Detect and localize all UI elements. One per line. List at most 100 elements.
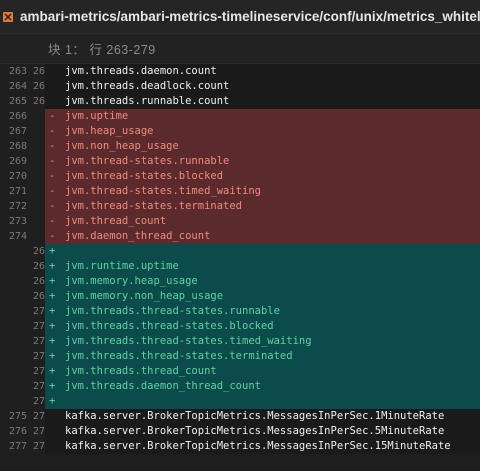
- added-line: 26 +: [0, 244, 480, 259]
- code-text: kafka.server.BrokerTopicMetrics.Messages…: [45, 439, 480, 454]
- line-content: jvm.threads.runnable.count: [65, 95, 230, 107]
- line-content: jvm.threads.thread-states.runnable: [65, 305, 280, 317]
- old-line-number: [0, 259, 31, 274]
- diff-marker: +: [49, 305, 56, 317]
- old-line-number: 268: [0, 139, 31, 154]
- new-line-number: [31, 184, 45, 199]
- code-text: - jvm.thread-states.terminated: [45, 199, 480, 214]
- line-content: jvm.uptime: [65, 110, 129, 122]
- added-line: 27 + jvm.threads.thread-states.terminated: [0, 349, 480, 364]
- line-content: jvm.thread-states.blocked: [65, 170, 224, 182]
- old-line-number: 274: [0, 229, 31, 244]
- old-line-number: [0, 394, 31, 409]
- old-line-number: 264: [0, 79, 31, 94]
- context-line: 263 26 jvm.threads.daemon.count: [0, 64, 480, 79]
- line-content: jvm.runtime.uptime: [65, 260, 179, 272]
- old-line-number: [0, 304, 31, 319]
- line-content: kafka.server.BrokerTopicMetrics.Messages…: [65, 440, 451, 452]
- diff-view[interactable]: 263 26 jvm.threads.daemon.count 264 26 jvm.…: [0, 64, 480, 454]
- diff-marker: +: [49, 335, 56, 347]
- code-text: + jvm.memory.heap_usage: [45, 274, 480, 289]
- new-line-number: 26: [31, 274, 45, 289]
- new-line-number: [31, 229, 45, 244]
- code-text: +: [45, 394, 480, 409]
- line-content: jvm.heap_usage: [65, 125, 154, 137]
- diff-marker: +: [49, 395, 56, 407]
- added-line: 27 + jvm.threads.thread-states.timed_waiti…: [0, 334, 480, 349]
- title-bar: ambari-metrics/ambari-metrics-timelinese…: [0, 0, 480, 34]
- new-line-number: [31, 139, 45, 154]
- code-text: + jvm.threads.thread-states.timed_waiting: [45, 334, 480, 349]
- line-content: jvm.threads.daemon.count: [65, 65, 217, 77]
- line-content: kafka.server.BrokerTopicMetrics.Messages…: [65, 410, 445, 422]
- code-text: +: [45, 244, 480, 259]
- deleted-line: 267 - jvm.heap_usage: [0, 124, 480, 139]
- diff-marker: +: [49, 275, 56, 287]
- new-line-number: 27: [31, 439, 45, 454]
- line-content: kafka.server.BrokerTopicMetrics.Messages…: [65, 425, 445, 437]
- new-line-number: 27: [31, 334, 45, 349]
- deleted-line: 269 - jvm.thread-states.runnable: [0, 154, 480, 169]
- diff-marker: -: [49, 230, 56, 242]
- code-text: + jvm.threads.thread_count: [45, 364, 480, 379]
- added-line: 26 + jvm.memory.heap_usage: [0, 274, 480, 289]
- new-line-number: [31, 154, 45, 169]
- old-line-number: [0, 274, 31, 289]
- added-line: 26 + jvm.runtime.uptime: [0, 259, 480, 274]
- code-text: jvm.threads.runnable.count: [45, 94, 480, 109]
- new-line-number: 26: [31, 259, 45, 274]
- code-text: + jvm.threads.thread-states.runnable: [45, 304, 480, 319]
- old-line-number: [0, 244, 31, 259]
- old-line-number: 272: [0, 199, 31, 214]
- code-text: - jvm.daemon_thread_count: [45, 229, 480, 244]
- added-line: 27 + jvm.threads.thread_count: [0, 364, 480, 379]
- code-text: + jvm.threads.daemon_thread_count: [45, 379, 480, 394]
- diff-marker: +: [49, 350, 56, 362]
- deleted-line: 274 - jvm.daemon_thread_count: [0, 229, 480, 244]
- diff-marker: -: [49, 125, 56, 137]
- old-line-number: 271: [0, 184, 31, 199]
- code-text: - jvm.thread-states.runnable: [45, 154, 480, 169]
- new-line-number: [31, 199, 45, 214]
- added-line: 27 + jvm.threads.daemon_thread_count: [0, 379, 480, 394]
- code-text: jvm.threads.deadlock.count: [45, 79, 480, 94]
- added-line: 27 + jvm.threads.thread-states.blocked: [0, 319, 480, 334]
- diff-marker: +: [49, 380, 56, 392]
- new-line-number: 27: [31, 304, 45, 319]
- new-line-number: [31, 124, 45, 139]
- code-text: jvm.threads.daemon.count: [45, 64, 480, 79]
- old-line-number: 265: [0, 94, 31, 109]
- line-content: jvm.memory.heap_usage: [65, 275, 198, 287]
- new-line-number: 27: [31, 349, 45, 364]
- code-text: + jvm.threads.thread-states.terminated: [45, 349, 480, 364]
- code-text: + jvm.runtime.uptime: [45, 259, 480, 274]
- context-line: 276 27 kafka.server.BrokerTopicMetrics.Me…: [0, 424, 480, 439]
- deleted-line: 272 - jvm.thread-states.terminated: [0, 199, 480, 214]
- context-line: 275 27 kafka.server.BrokerTopicMetrics.Me…: [0, 409, 480, 424]
- old-line-number: 275: [0, 409, 31, 424]
- context-line: 277 27 kafka.server.BrokerTopicMetrics.Me…: [0, 439, 480, 454]
- line-content: jvm.threads.thread-states.terminated: [65, 350, 293, 362]
- diff-marker: +: [49, 320, 56, 332]
- line-content: jvm.threads.deadlock.count: [65, 80, 230, 92]
- new-line-number: 27: [31, 319, 45, 334]
- diff-marker: -: [49, 200, 56, 212]
- added-line: 27 +: [0, 394, 480, 409]
- code-text: - jvm.heap_usage: [45, 124, 480, 139]
- code-text: - jvm.non_heap_usage: [45, 139, 480, 154]
- old-line-number: 276: [0, 424, 31, 439]
- line-content: jvm.daemon_thread_count: [65, 230, 211, 242]
- old-line-number: [0, 349, 31, 364]
- new-line-number: 27: [31, 364, 45, 379]
- old-line-number: 270: [0, 169, 31, 184]
- line-content: jvm.thread-states.timed_waiting: [65, 185, 261, 197]
- deleted-line: 273 - jvm.thread_count: [0, 214, 480, 229]
- old-line-number: [0, 289, 31, 304]
- code-text: kafka.server.BrokerTopicMetrics.Messages…: [45, 424, 480, 439]
- diff-marker: +: [49, 290, 56, 302]
- diff-marker: -: [49, 215, 56, 227]
- diff-marker: +: [49, 260, 56, 272]
- diff-marker: -: [49, 155, 56, 167]
- diff-marker: [49, 79, 65, 94]
- file-icon: [2, 11, 14, 23]
